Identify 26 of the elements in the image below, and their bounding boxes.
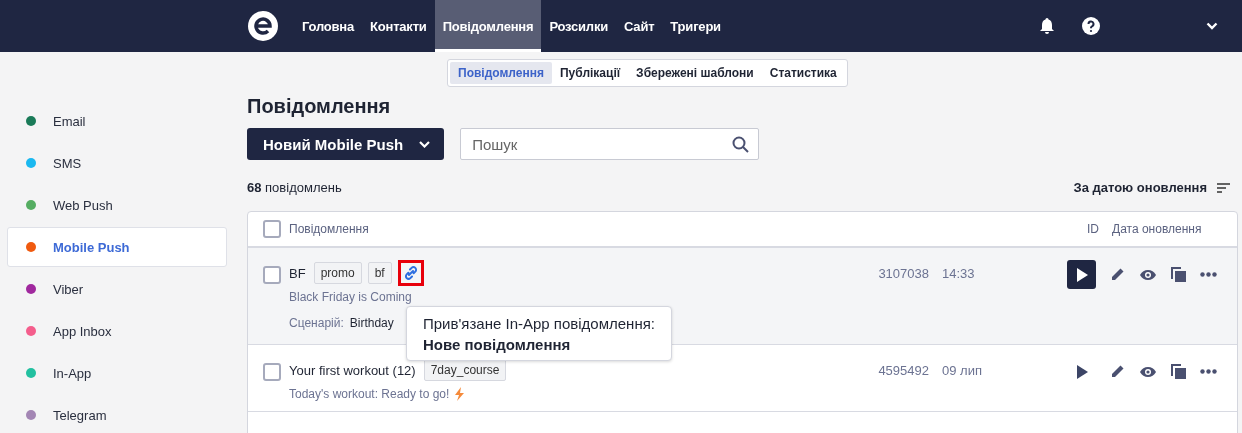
update-date: 09 лип bbox=[941, 362, 983, 378]
tooltip-text: Прив'язане In-App повідомлення: bbox=[423, 315, 655, 333]
tag: 7day_course bbox=[423, 359, 507, 381]
sidebar-label: Viber bbox=[53, 281, 84, 297]
sidebar-label: Email bbox=[53, 113, 86, 129]
column-header: ID bbox=[1086, 222, 1099, 236]
sidebar-label: SMS bbox=[53, 155, 82, 171]
sidebar-label: App Inbox bbox=[53, 323, 112, 339]
tag: promo bbox=[313, 262, 362, 284]
message-title: Your first workout (12) bbox=[289, 362, 416, 378]
page-title: Повідомлення bbox=[247, 95, 392, 118]
column-header: Повідомлення bbox=[289, 222, 370, 236]
message-count: 68 повідомлень bbox=[247, 180, 342, 195]
column-header: Дата оновлення bbox=[1111, 222, 1203, 236]
message-id: 4595492 bbox=[877, 362, 929, 378]
message-id: 3107038 bbox=[877, 265, 929, 281]
sidebar-label: In-App bbox=[53, 365, 92, 381]
scenario-label: Сценарій: bbox=[289, 316, 344, 330]
sidebar-label: Telegram bbox=[53, 407, 107, 423]
message-subtitle: Black Friday is Coming bbox=[289, 290, 412, 304]
message-subtitle: Today's workout: Ready to go! bbox=[289, 387, 450, 401]
message-title: BF bbox=[289, 265, 306, 281]
update-date: 14:33 bbox=[941, 265, 976, 281]
sidebar-label: Web Push bbox=[53, 197, 113, 213]
sidebar-label: Mobile Push bbox=[53, 239, 130, 255]
tag: bf bbox=[367, 262, 392, 284]
